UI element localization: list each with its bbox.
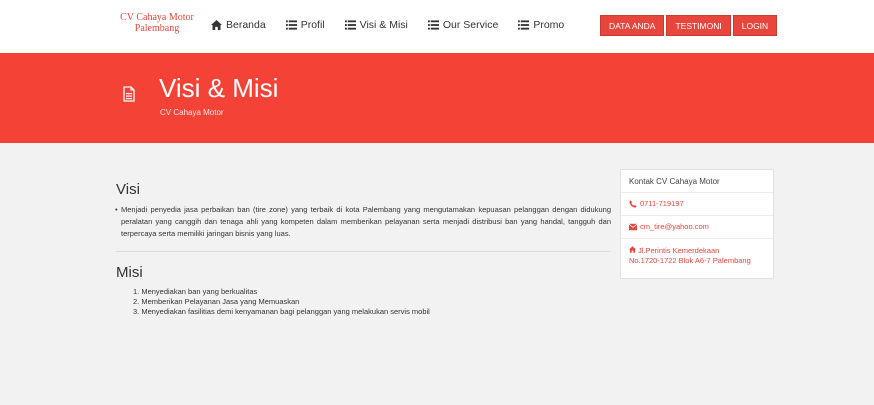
page-header-banner: Visi & Misi CV Cahaya Motor xyxy=(0,53,874,143)
nav-item-label: Beranda xyxy=(226,19,266,31)
misi-item: 2. Memberikan Pelayanan Jasa yang Memuas… xyxy=(133,297,300,306)
nav-item-promo[interactable]: Promo xyxy=(518,19,564,31)
nav-item-beranda[interactable]: Beranda xyxy=(211,19,266,31)
nav-item-label: Our Service xyxy=(442,19,499,31)
nav-item-label: Visi & Misi xyxy=(359,19,408,31)
contact-title: Kontak CV Cahaya Motor xyxy=(621,170,773,193)
login-button[interactable]: LOGIN xyxy=(732,15,778,36)
misi-item: 1. Menyediakan ban yang berkualitas xyxy=(133,287,258,296)
visi-text: Menjadi penyedia jasa perbaikan ban (tir… xyxy=(115,204,611,240)
envelope-icon xyxy=(629,223,637,231)
nav-item-label: Profil xyxy=(300,19,325,31)
list-icon xyxy=(344,20,356,30)
visi-heading: Visi xyxy=(116,181,140,198)
list-icon xyxy=(285,20,297,30)
contact-address: Jl.Perintis Kemerdekaan No.1720-1722 Blo… xyxy=(621,239,773,272)
contact-address-line2: No.1720-1722 Blok A6-7 Palembang xyxy=(629,256,751,265)
contact-phone[interactable]: 0711-719197 xyxy=(621,193,773,216)
home-icon xyxy=(629,246,636,253)
home-icon xyxy=(211,20,222,30)
brand-line1: CV Cahaya Motor xyxy=(120,12,194,23)
data-anda-button[interactable]: DATA ANDA xyxy=(600,15,665,36)
phone-icon xyxy=(629,200,637,208)
visi-list: Menjadi penyedia jasa perbaikan ban (tir… xyxy=(115,204,611,240)
nav-buttons: DATA ANDA TESTIMONI LOGIN xyxy=(600,15,778,36)
section-divider xyxy=(116,251,611,252)
nav-item-label: Promo xyxy=(533,19,565,31)
list-icon xyxy=(518,20,530,30)
contact-card: Kontak CV Cahaya Motor 0711-719197 cm_ti… xyxy=(620,169,774,279)
document-icon xyxy=(123,86,135,102)
nav-item-visi-misi[interactable]: Visi & Misi xyxy=(344,19,408,31)
misi-item: 3. Menyediakan fasilitias demi kenyamana… xyxy=(133,307,430,316)
page-title: Visi & Misi xyxy=(159,73,279,103)
testimoni-button[interactable]: TESTIMONI xyxy=(666,15,731,36)
contact-phone-text: 0711-719197 xyxy=(640,199,684,208)
nav-item-profil[interactable]: Profil xyxy=(285,19,325,31)
main-content: Visi Menjadi penyedia jasa perbaikan ban… xyxy=(115,168,611,317)
contact-email-text: cm_tire@yahoo.com xyxy=(640,222,709,231)
nav-item-our-service[interactable]: Our Service xyxy=(427,19,499,31)
contact-email[interactable]: cm_tire@yahoo.com xyxy=(621,216,773,239)
top-navbar: CV Cahaya Motor Palembang Beranda Profil… xyxy=(0,0,874,53)
contact-address-line1: Jl.Perintis Kemerdekaan xyxy=(638,246,720,255)
brand-logo[interactable]: CV Cahaya Motor Palembang xyxy=(116,12,198,34)
page-subtitle: CV Cahaya Motor xyxy=(160,108,224,117)
list-icon xyxy=(427,20,439,30)
brand-line2: Palembang xyxy=(134,23,180,34)
misi-list: 1. Menyediakan ban yang berkualitas 2. M… xyxy=(116,287,611,317)
nav-menu: Beranda Profil Visi & Misi Our Service P… xyxy=(211,19,584,31)
misi-heading: Misi xyxy=(116,264,143,281)
